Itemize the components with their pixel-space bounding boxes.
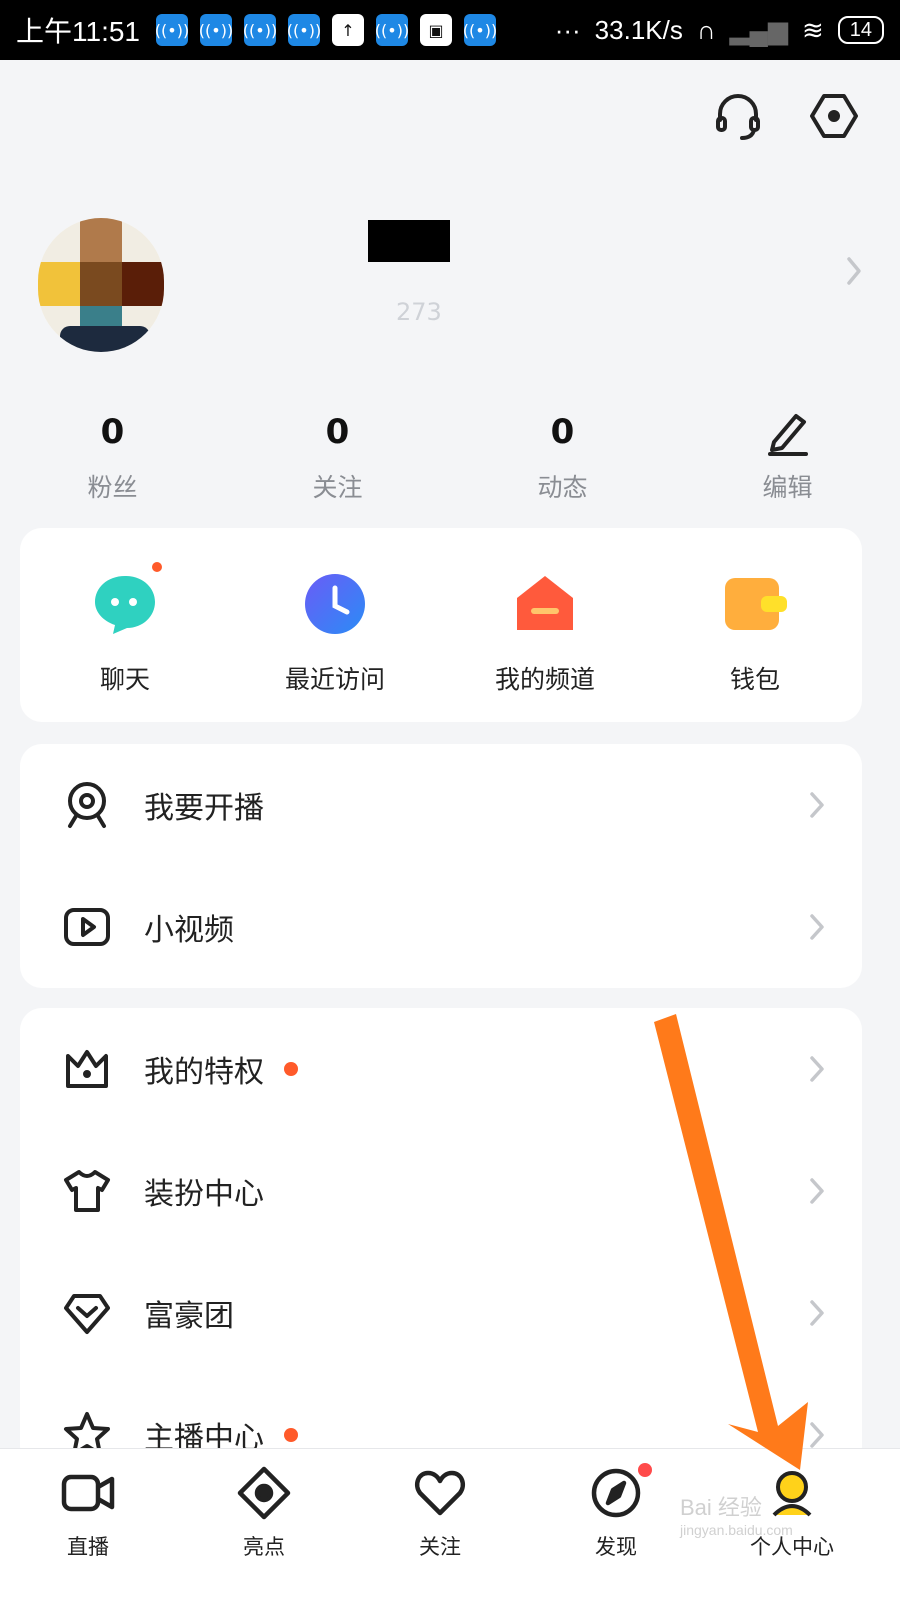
chevron-right-icon bbox=[810, 792, 824, 818]
menu-item-short-video[interactable]: 小视频 bbox=[20, 866, 862, 988]
stat-label: 关注 bbox=[312, 473, 363, 502]
clock-icon bbox=[305, 574, 365, 634]
chevron-right-icon bbox=[810, 1300, 824, 1326]
menu-item-privileges[interactable]: 我的特权 bbox=[20, 1008, 862, 1130]
quick-action-label: 最近访问 bbox=[284, 665, 385, 694]
upload-arrow-icon: ↑ bbox=[332, 14, 364, 46]
edit-pen-icon bbox=[767, 414, 808, 456]
hotspot-notification-icon: ((•)) bbox=[199, 14, 233, 46]
hotspot-notification-icon: ((•)) bbox=[287, 14, 321, 46]
video-camera-icon bbox=[61, 1474, 115, 1512]
quick-action-recent[interactable]: 最近访问 bbox=[230, 528, 440, 722]
stat-value: 0 bbox=[325, 412, 350, 452]
crown-icon bbox=[66, 1050, 108, 1088]
hotspot-notification-icon: ((•)) bbox=[155, 14, 189, 46]
chat-bubble-icon bbox=[95, 576, 155, 634]
stat-label: 动态 bbox=[537, 473, 588, 502]
menu-item-label: 我的特权 bbox=[144, 1055, 264, 1090]
nav-label: 亮点 bbox=[243, 1535, 285, 1559]
user-id: 273 bbox=[396, 298, 442, 326]
stat-fans[interactable]: 0 粉丝 bbox=[0, 408, 225, 504]
menu-item-label: 富豪团 bbox=[144, 1299, 234, 1334]
quick-action-label: 我的频道 bbox=[494, 665, 595, 694]
watermark-subtext: jingyan.baidu.com bbox=[680, 1522, 793, 1538]
menu-item-dress-up[interactable]: 装扮中心 bbox=[20, 1130, 862, 1252]
quick-action-chat[interactable]: 聊天 bbox=[20, 528, 230, 722]
hotspot-notification-icon: ((•)) bbox=[375, 14, 409, 46]
mi-store-icon: ▣ bbox=[420, 14, 452, 46]
stat-posts[interactable]: 0 动态 bbox=[450, 408, 675, 504]
username-redacted bbox=[368, 220, 450, 262]
nav-live[interactable]: 直播 bbox=[0, 1449, 176, 1600]
play-video-icon bbox=[64, 908, 110, 946]
eye-diamond-icon bbox=[237, 1466, 291, 1520]
stat-following[interactable]: 0 关注 bbox=[225, 408, 450, 504]
stat-value: 0 bbox=[100, 412, 125, 452]
watermark: Bai 经验 jingyan.baidu.com bbox=[680, 1490, 793, 1538]
notification-badge bbox=[638, 1463, 652, 1477]
settings-hexagon-icon[interactable] bbox=[808, 90, 860, 142]
menu-item-label: 小视频 bbox=[144, 913, 234, 948]
chevron-right-icon bbox=[810, 1422, 824, 1448]
stats-row: 0 粉丝 0 关注 0 动态 编辑 bbox=[0, 408, 900, 504]
menu-item-label: 我要开播 bbox=[144, 791, 264, 826]
menu-card-live: 我要开播 小视频 bbox=[20, 744, 862, 988]
nav-follow[interactable]: 关注 bbox=[352, 1449, 528, 1600]
stat-label: 粉丝 bbox=[87, 473, 138, 502]
menu-item-rich-club[interactable]: 富豪团 bbox=[20, 1252, 862, 1374]
avatar[interactable] bbox=[38, 218, 164, 352]
stat-label: 编辑 bbox=[762, 473, 813, 502]
notification-badge bbox=[284, 1062, 298, 1076]
nav-label: 发现 bbox=[595, 1535, 637, 1559]
chevron-right-icon[interactable] bbox=[844, 254, 864, 288]
watermark-text: Bai 经验 bbox=[680, 1495, 762, 1520]
quick-action-channel[interactable]: 我的频道 bbox=[440, 528, 650, 722]
quick-actions-card: 聊天 最近访问 我的频道 钱包 bbox=[20, 528, 862, 722]
chevron-right-icon bbox=[810, 1178, 824, 1204]
notification-icons: ((•)) ((•)) ((•)) ((•)) ↑ ((•)) ▣ ((•)) bbox=[155, 14, 497, 46]
more-dots-icon: ··· bbox=[554, 14, 581, 45]
tshirt-icon bbox=[64, 1170, 110, 1212]
network-speed: 33.1K/s bbox=[594, 14, 683, 45]
channel-house-icon bbox=[517, 576, 573, 630]
hotspot-notification-icon: ((•)) bbox=[243, 14, 277, 46]
header-actions bbox=[712, 90, 860, 142]
hotspot-notification-icon: ((•)) bbox=[463, 14, 497, 46]
stat-value: 0 bbox=[550, 412, 575, 452]
wifi-icon: ≋ bbox=[801, 14, 824, 45]
headphone-status-icon: ∩ bbox=[696, 14, 716, 45]
chevron-right-icon bbox=[810, 914, 824, 940]
nav-label: 关注 bbox=[419, 1535, 461, 1559]
webcam-icon bbox=[68, 782, 106, 828]
menu-item-start-live[interactable]: 我要开播 bbox=[20, 744, 862, 866]
heart-icon bbox=[415, 1470, 465, 1516]
status-bar: 上午11:51 ((•)) ((•)) ((•)) ((•)) ↑ ((•)) … bbox=[0, 0, 900, 60]
edit-profile-button[interactable]: 编辑 bbox=[675, 408, 900, 504]
signal-icon: ▂▄▆ bbox=[729, 14, 788, 45]
notification-badge bbox=[150, 560, 164, 574]
notification-badge bbox=[284, 1428, 298, 1442]
chevron-right-icon bbox=[810, 1056, 824, 1082]
battery-indicator: 14 bbox=[837, 16, 884, 44]
compass-icon bbox=[591, 1468, 641, 1518]
quick-action-label: 聊天 bbox=[99, 665, 150, 694]
headset-icon[interactable] bbox=[712, 90, 764, 142]
menu-card-features: 我的特权 装扮中心 富豪团 主播中心 bbox=[20, 1008, 862, 1468]
diamond-icon bbox=[64, 1294, 110, 1334]
wallet-icon bbox=[725, 578, 787, 630]
nav-label: 直播 bbox=[67, 1535, 109, 1559]
nav-discover[interactable]: 发现 bbox=[528, 1449, 704, 1600]
status-time: 上午11:51 bbox=[16, 16, 140, 47]
nav-highlights[interactable]: 亮点 bbox=[176, 1449, 352, 1600]
quick-action-label: 钱包 bbox=[729, 665, 780, 694]
menu-item-label: 装扮中心 bbox=[144, 1177, 264, 1212]
quick-action-wallet[interactable]: 钱包 bbox=[650, 528, 860, 722]
